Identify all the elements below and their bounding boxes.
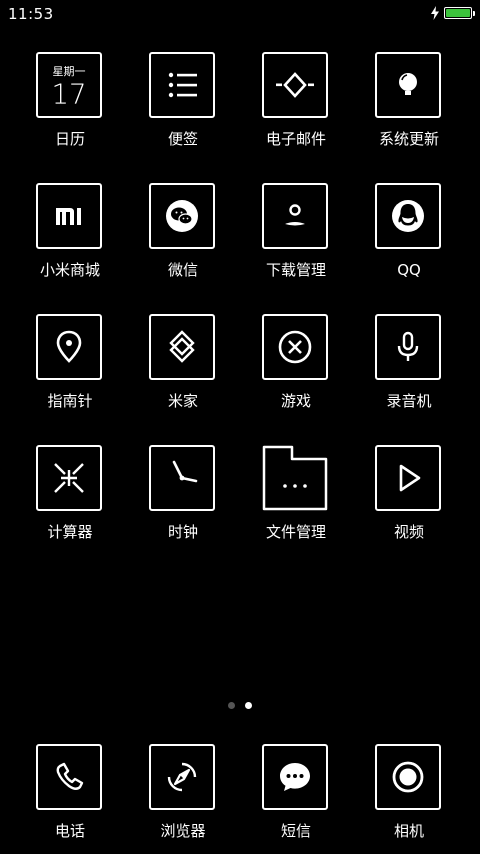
battery-icon (444, 7, 475, 19)
dock-camera[interactable]: 相机 (353, 744, 465, 854)
calendar-day: 17 (52, 79, 87, 107)
app-label: 小米商城 (39, 261, 100, 279)
app-label: 游戏 (280, 392, 311, 410)
app-label: 计算器 (47, 523, 93, 541)
browser-compass-icon (149, 744, 215, 810)
app-recorder[interactable]: 录音机 (353, 314, 465, 424)
email-icon (262, 52, 328, 118)
qq-penguin-icon (375, 183, 441, 249)
app-label: 下载管理 (265, 261, 326, 279)
app-label: 浏览器 (160, 822, 206, 840)
app-label: QQ (397, 261, 421, 279)
microphone-icon (375, 314, 441, 380)
download-manager-icon (262, 183, 328, 249)
app-row: 星期一 17 日历 便签 电子邮件 系统更新 (0, 52, 480, 162)
app-label: 米家 (167, 392, 198, 410)
app-mijia[interactable]: 米家 (127, 314, 239, 424)
wechat-icon (149, 183, 215, 249)
app-system-update[interactable]: 系统更新 (353, 52, 465, 162)
app-notes[interactable]: 便签 (127, 52, 239, 162)
app-label: 文件管理 (265, 523, 326, 541)
app-compass[interactable]: 指南针 (14, 314, 126, 424)
calendar-icon: 星期一 17 (36, 52, 102, 118)
app-label: 系统更新 (378, 130, 439, 148)
app-row: 计算器 时钟 文件管理 视频 (0, 445, 480, 555)
charging-bolt-icon (431, 6, 439, 20)
app-label: 微信 (167, 261, 198, 279)
phone-icon (36, 744, 102, 810)
clock-icon (149, 445, 215, 511)
message-bubble-icon (262, 744, 328, 810)
game-close-circle-icon (262, 314, 328, 380)
app-calculator[interactable]: 计算器 (14, 445, 126, 555)
app-label: 日历 (54, 130, 85, 148)
app-email[interactable]: 电子邮件 (240, 52, 352, 162)
app-qq[interactable]: QQ (353, 183, 465, 293)
app-label: 电话 (54, 822, 85, 840)
dock-messages[interactable]: 短信 (240, 744, 352, 854)
status-time: 11:53 (8, 5, 54, 23)
camera-icon (375, 744, 441, 810)
dock-browser[interactable]: 浏览器 (127, 744, 239, 854)
app-row: 指南针 米家 游戏 录音机 (0, 314, 480, 424)
page-dot-2[interactable] (245, 702, 252, 709)
lightbulb-update-icon (375, 52, 441, 118)
dock: 电话 浏览器 短信 相机 (0, 744, 480, 854)
app-video[interactable]: 视频 (353, 445, 465, 555)
app-calendar[interactable]: 星期一 17 日历 (14, 52, 126, 162)
battery-level-fill (446, 9, 470, 17)
app-label: 短信 (280, 822, 311, 840)
compass-pin-icon (36, 314, 102, 380)
dock-phone[interactable]: 电话 (14, 744, 126, 854)
page-indicator (0, 702, 480, 710)
calculator-icon (36, 445, 102, 511)
app-label: 电子邮件 (265, 130, 326, 148)
app-label: 视频 (393, 523, 424, 541)
app-label: 时钟 (167, 523, 198, 541)
play-icon (375, 445, 441, 511)
app-clock[interactable]: 时钟 (127, 445, 239, 555)
app-mi-store[interactable]: 小米商城 (14, 183, 126, 293)
page-dot-1[interactable] (228, 702, 235, 709)
folder-icon (262, 445, 328, 511)
app-wechat[interactable]: 微信 (127, 183, 239, 293)
app-download-manager[interactable]: 下载管理 (240, 183, 352, 293)
app-label: 便签 (167, 130, 198, 148)
app-label: 相机 (393, 822, 424, 840)
notes-list-icon (149, 52, 215, 118)
mi-logo-icon (36, 183, 102, 249)
status-bar: 11:53 (0, 0, 480, 28)
app-games[interactable]: 游戏 (240, 314, 352, 424)
app-file-manager[interactable]: 文件管理 (240, 445, 352, 555)
app-row: 小米商城 微信 下载管理 QQ (0, 183, 480, 293)
app-label: 指南针 (47, 392, 93, 410)
calendar-weekday: 星期一 (53, 65, 86, 78)
mijia-icon (149, 314, 215, 380)
app-label: 录音机 (386, 392, 432, 410)
